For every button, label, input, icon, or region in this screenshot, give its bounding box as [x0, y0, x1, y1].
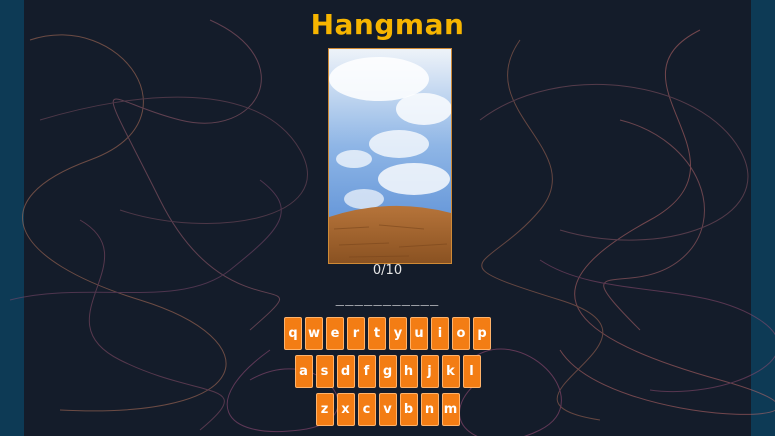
- key-k[interactable]: k: [441, 355, 460, 388]
- key-h[interactable]: h: [399, 355, 418, 388]
- sky-and-ground-illustration-icon: [329, 49, 451, 263]
- key-p[interactable]: p: [473, 317, 491, 350]
- key-f[interactable]: f: [357, 355, 376, 388]
- key-n[interactable]: n: [420, 393, 439, 426]
- key-e[interactable]: e: [326, 317, 344, 350]
- key-j[interactable]: j: [420, 355, 439, 388]
- key-q[interactable]: q: [284, 317, 302, 350]
- key-r[interactable]: r: [347, 317, 365, 350]
- key-y[interactable]: y: [389, 317, 407, 350]
- keyboard-row-1: q w e r t y u i o p: [0, 317, 775, 350]
- key-z[interactable]: z: [315, 393, 334, 426]
- key-d[interactable]: d: [336, 355, 355, 388]
- key-g[interactable]: g: [378, 355, 397, 388]
- key-a[interactable]: a: [294, 355, 313, 388]
- key-s[interactable]: s: [315, 355, 334, 388]
- key-t[interactable]: t: [368, 317, 386, 350]
- key-m[interactable]: m: [441, 393, 460, 426]
- key-w[interactable]: w: [305, 317, 323, 350]
- keyboard-row-2: a s d f g h j k l: [0, 355, 775, 388]
- key-v[interactable]: v: [378, 393, 397, 426]
- key-x[interactable]: x: [336, 393, 355, 426]
- hangman-scene: [328, 48, 452, 264]
- attempts-counter: 0/10: [372, 263, 403, 278]
- keyboard-row-3: z x c v b n m: [0, 393, 775, 426]
- key-u[interactable]: u: [410, 317, 428, 350]
- key-l[interactable]: l: [462, 355, 481, 388]
- page-title: Hangman: [310, 8, 465, 41]
- key-i[interactable]: i: [431, 317, 449, 350]
- key-o[interactable]: o: [452, 317, 470, 350]
- key-c[interactable]: c: [357, 393, 376, 426]
- key-b[interactable]: b: [399, 393, 418, 426]
- word-placeholder: ___________: [335, 290, 440, 306]
